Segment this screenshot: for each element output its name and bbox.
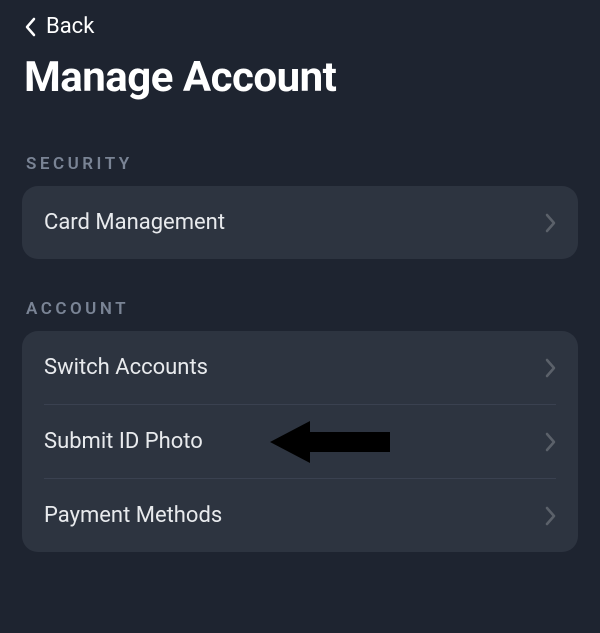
back-button[interactable]: Back <box>0 0 600 47</box>
list-item-switch-accounts[interactable]: Switch Accounts <box>22 331 578 404</box>
security-card: Card Management <box>22 186 578 259</box>
back-label: Back <box>46 14 94 39</box>
list-item-label: Submit ID Photo <box>44 429 203 454</box>
chevron-right-icon <box>544 213 556 233</box>
list-item-label: Card Management <box>44 210 225 235</box>
chevron-left-icon <box>24 16 38 38</box>
section-header-security: SECURITY <box>22 154 578 186</box>
account-card: Switch Accounts Submit ID Photo <box>22 331 578 552</box>
section-security: SECURITY Card Management <box>0 154 600 259</box>
chevron-right-icon <box>544 358 556 378</box>
annotation-arrow-icon <box>270 417 390 467</box>
list-item-label: Switch Accounts <box>44 355 208 380</box>
section-account: ACCOUNT Switch Accounts Submit ID Photo <box>0 299 600 552</box>
chevron-right-icon <box>544 432 556 452</box>
list-item-payment-methods[interactable]: Payment Methods <box>22 479 578 552</box>
list-item-submit-id-photo[interactable]: Submit ID Photo <box>22 405 578 478</box>
chevron-right-icon <box>544 506 556 526</box>
list-item-card-management[interactable]: Card Management <box>22 186 578 259</box>
page-title: Manage Account <box>0 47 600 130</box>
list-item-label: Payment Methods <box>44 503 222 528</box>
section-header-account: ACCOUNT <box>22 299 578 331</box>
